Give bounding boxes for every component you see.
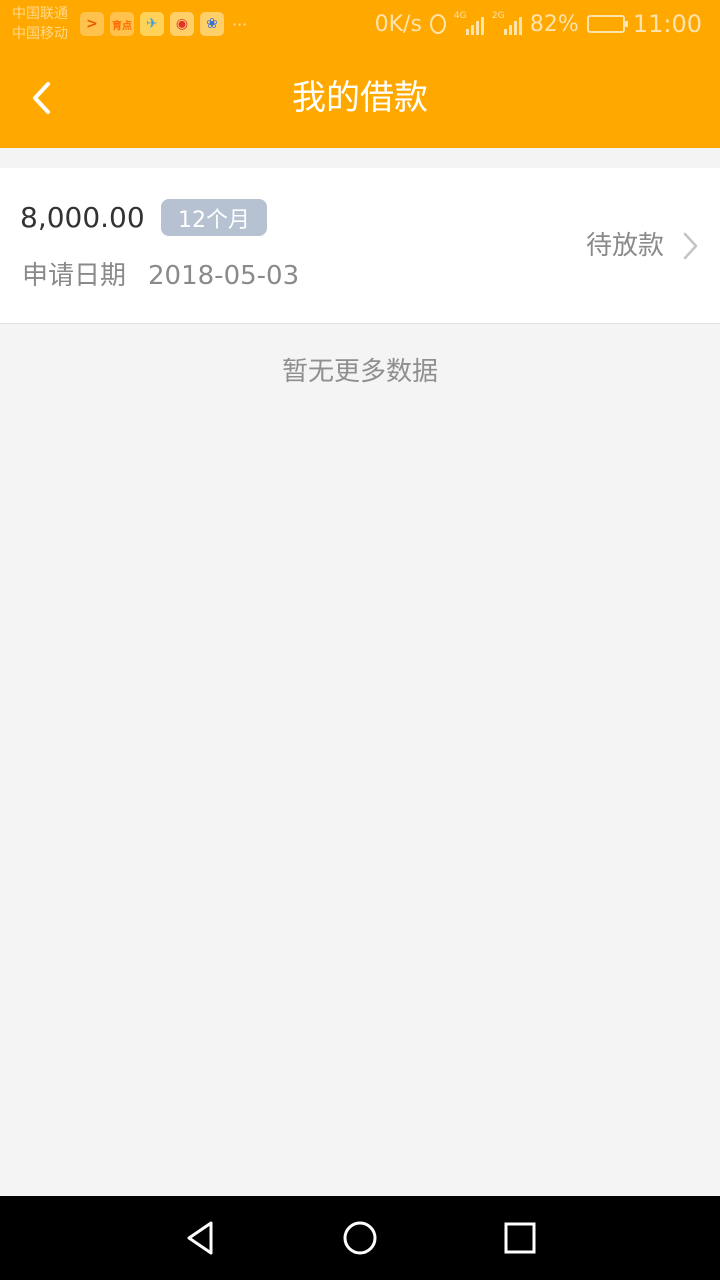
loan-term-badge: 12个月 (161, 199, 267, 236)
telegram-icon: ✈ (140, 12, 164, 36)
notification-icons: > 育点 ✈ ◉ ❀ ··· (80, 12, 247, 36)
clock: 11:00 (632, 10, 702, 38)
net-speed: 0K/s (374, 11, 422, 37)
system-nav-bar (0, 1196, 720, 1280)
no-more-data-text: 暂无更多数据 (281, 357, 438, 387)
app-notification-icon: > (80, 12, 104, 36)
battery-icon (586, 15, 628, 33)
page-title: 我的借款 (292, 78, 428, 118)
signal-icon-1: 4G (453, 11, 484, 35)
reading-app-icon: 育点 (110, 12, 134, 36)
nav-back-button[interactable] (180, 1218, 220, 1258)
chevron-right-icon (683, 232, 698, 260)
application-date-value: 2018-05-03 (148, 261, 300, 291)
signal-icon-2: 2G (491, 11, 522, 35)
loan-list-item[interactable]: 8,000.00 12个月 申请日期 2018-05-03 待放款 (0, 168, 720, 324)
baidu-icon: ❀ (200, 12, 224, 36)
nav-home-button[interactable] (340, 1218, 380, 1258)
triangle-back-icon (187, 1221, 213, 1255)
application-date-label: 申请日期 (22, 261, 127, 291)
battery-percent: 82% (529, 11, 579, 37)
weibo-icon: ◉ (170, 12, 194, 36)
loan-status: 待放款 (585, 231, 664, 261)
nav-recents-button[interactable] (500, 1218, 540, 1258)
loan-amount: 8,000.00 (20, 201, 145, 234)
status-bar: 中国联通 中国移动 > 育点 ✈ ◉ ❀ ··· 0K/s 4G 2G 82% … (0, 0, 720, 48)
signal-1-tag: 4G (453, 11, 467, 21)
location-icon (429, 14, 446, 34)
title-bar: 我的借款 (0, 48, 720, 148)
signal-2-tag: 2G (491, 11, 505, 21)
system-indicators: 0K/s 4G 2G 82% 11:00 (375, 10, 702, 38)
more-notifications-icon: ··· (232, 14, 248, 34)
application-date-row: 申请日期 2018-05-03 (22, 260, 299, 292)
carrier-info: 中国联通 中国移动 (12, 4, 68, 44)
square-recents-icon (504, 1222, 536, 1254)
carrier-2: 中国移动 (12, 26, 68, 42)
circle-home-icon (343, 1221, 377, 1255)
carrier-1: 中国联通 (12, 6, 68, 22)
